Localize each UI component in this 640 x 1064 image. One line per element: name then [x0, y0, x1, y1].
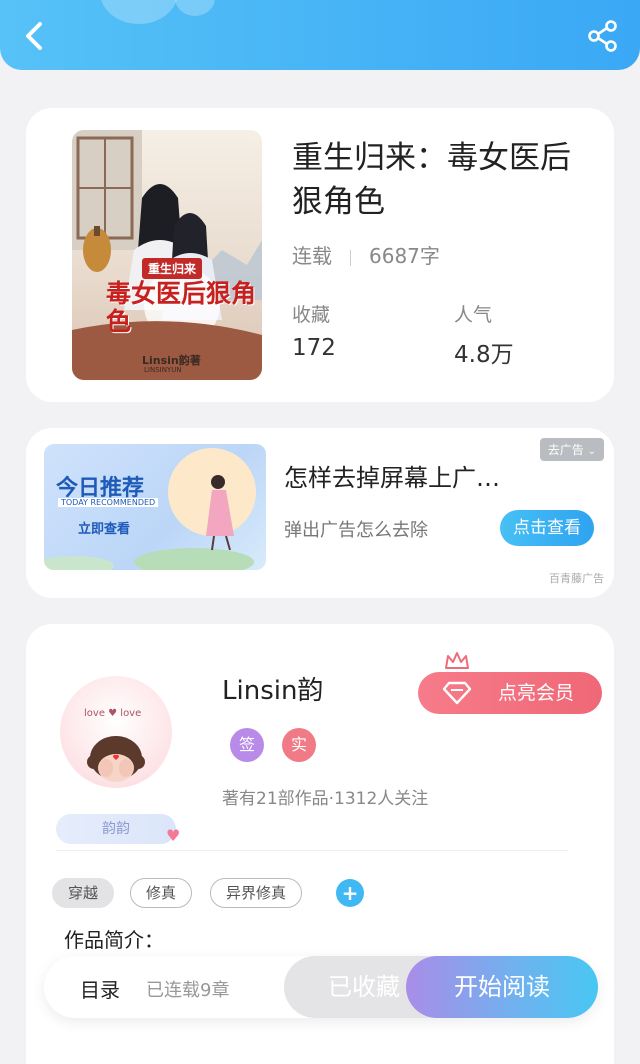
vip-button[interactable]: 点亮会员: [418, 672, 602, 714]
popularity-stat: 人气 4.8万: [454, 300, 514, 369]
favorites-stat: 收藏 172: [292, 300, 336, 361]
ad-card[interactable]: 今日推荐 TODAY RECOMMENDED 立即查看 怎样去掉屏幕上广… 弹出…: [26, 428, 614, 598]
ad-action-button[interactable]: 点击查看: [500, 510, 594, 546]
favorites-value: 172: [292, 335, 336, 361]
chapter-count[interactable]: 已连载9章: [146, 976, 229, 1002]
divider: [56, 850, 568, 851]
verified-badge: 实: [282, 728, 316, 762]
intro-heading: 作品简介：: [64, 928, 164, 952]
chevron-left-icon: [26, 22, 42, 50]
ad-image[interactable]: 今日推荐 TODAY RECOMMENDED 立即查看: [44, 444, 266, 570]
genre-tag[interactable]: 修真: [130, 878, 192, 908]
author-avatar[interactable]: love ♥ love: [60, 676, 172, 788]
decor-bubble: [100, 0, 178, 24]
book-word-count: 6687字: [369, 244, 440, 268]
genre-tag[interactable]: 异界修真: [210, 878, 302, 908]
popularity-value: 4.8万: [454, 342, 514, 368]
book-cover[interactable]: 重生归来 毒女医后狠角色 Linsin韵著 LINSINYUN: [72, 130, 262, 380]
author-nickname-tag: 韵韵: [56, 814, 176, 844]
remove-ad-label: 去广告: [547, 443, 584, 457]
author-works-summary: 著有21部作品·1312人关注: [222, 789, 429, 809]
decor-bubble: [175, 0, 215, 16]
cover-title-text: 重生归来: [142, 258, 203, 279]
vip-label: 点亮会员: [497, 682, 574, 704]
ad-image-button: 立即查看: [78, 522, 131, 537]
start-reading-button[interactable]: 开始阅读: [406, 956, 598, 1018]
chevron-down-icon: ⌄: [587, 446, 596, 457]
genre-tag[interactable]: 穿越: [52, 878, 114, 908]
ad-illustration: [44, 448, 256, 570]
bottom-action-bar: 目录 已连载9章 已收藏 开始阅读: [44, 956, 598, 1018]
signed-badge: 签: [230, 728, 264, 762]
book-title: 重生归来：毒女医后狠角色: [292, 140, 571, 220]
popularity-label: 人气: [454, 304, 493, 326]
book-meta-row: 连载 6687字: [292, 240, 440, 269]
meta-divider: [350, 249, 351, 266]
back-button[interactable]: [18, 18, 54, 54]
remove-ad-button[interactable]: 去广告 ⌄: [539, 438, 604, 461]
favorites-label: 收藏: [292, 304, 331, 326]
top-app-bar: [0, 0, 640, 70]
share-button[interactable]: [586, 18, 620, 54]
add-tag-button[interactable]: +: [336, 879, 364, 907]
crown-icon: [445, 652, 469, 669]
avatar-illustration: [87, 736, 145, 782]
toc-button[interactable]: 目录: [80, 974, 120, 1003]
ad-title[interactable]: 怎样去掉屏幕上广…: [284, 458, 500, 493]
author-name[interactable]: Linsin韵: [222, 670, 323, 707]
heart-icon: ♥: [166, 826, 181, 845]
cover-big-text: 毒女医后狠角色: [106, 279, 257, 336]
avatar-text: love ♥ love: [84, 708, 142, 719]
ad-image-subtitle: TODAY RECOMMENDED: [58, 498, 159, 507]
book-status: 连载: [292, 244, 332, 268]
ad-subtitle: 弹出广告怎么去除: [284, 520, 428, 541]
book-info-card: 重生归来 毒女医后狠角色 Linsin韵著 LINSINYUN 重生归来：毒女医…: [26, 108, 614, 402]
ad-source: 百青藤广告: [549, 572, 604, 585]
cover-pinyin: LINSINYUN: [144, 366, 182, 374]
share-icon: [588, 20, 617, 52]
diamond-icon: [442, 681, 472, 705]
cover-illustration: [72, 130, 262, 380]
